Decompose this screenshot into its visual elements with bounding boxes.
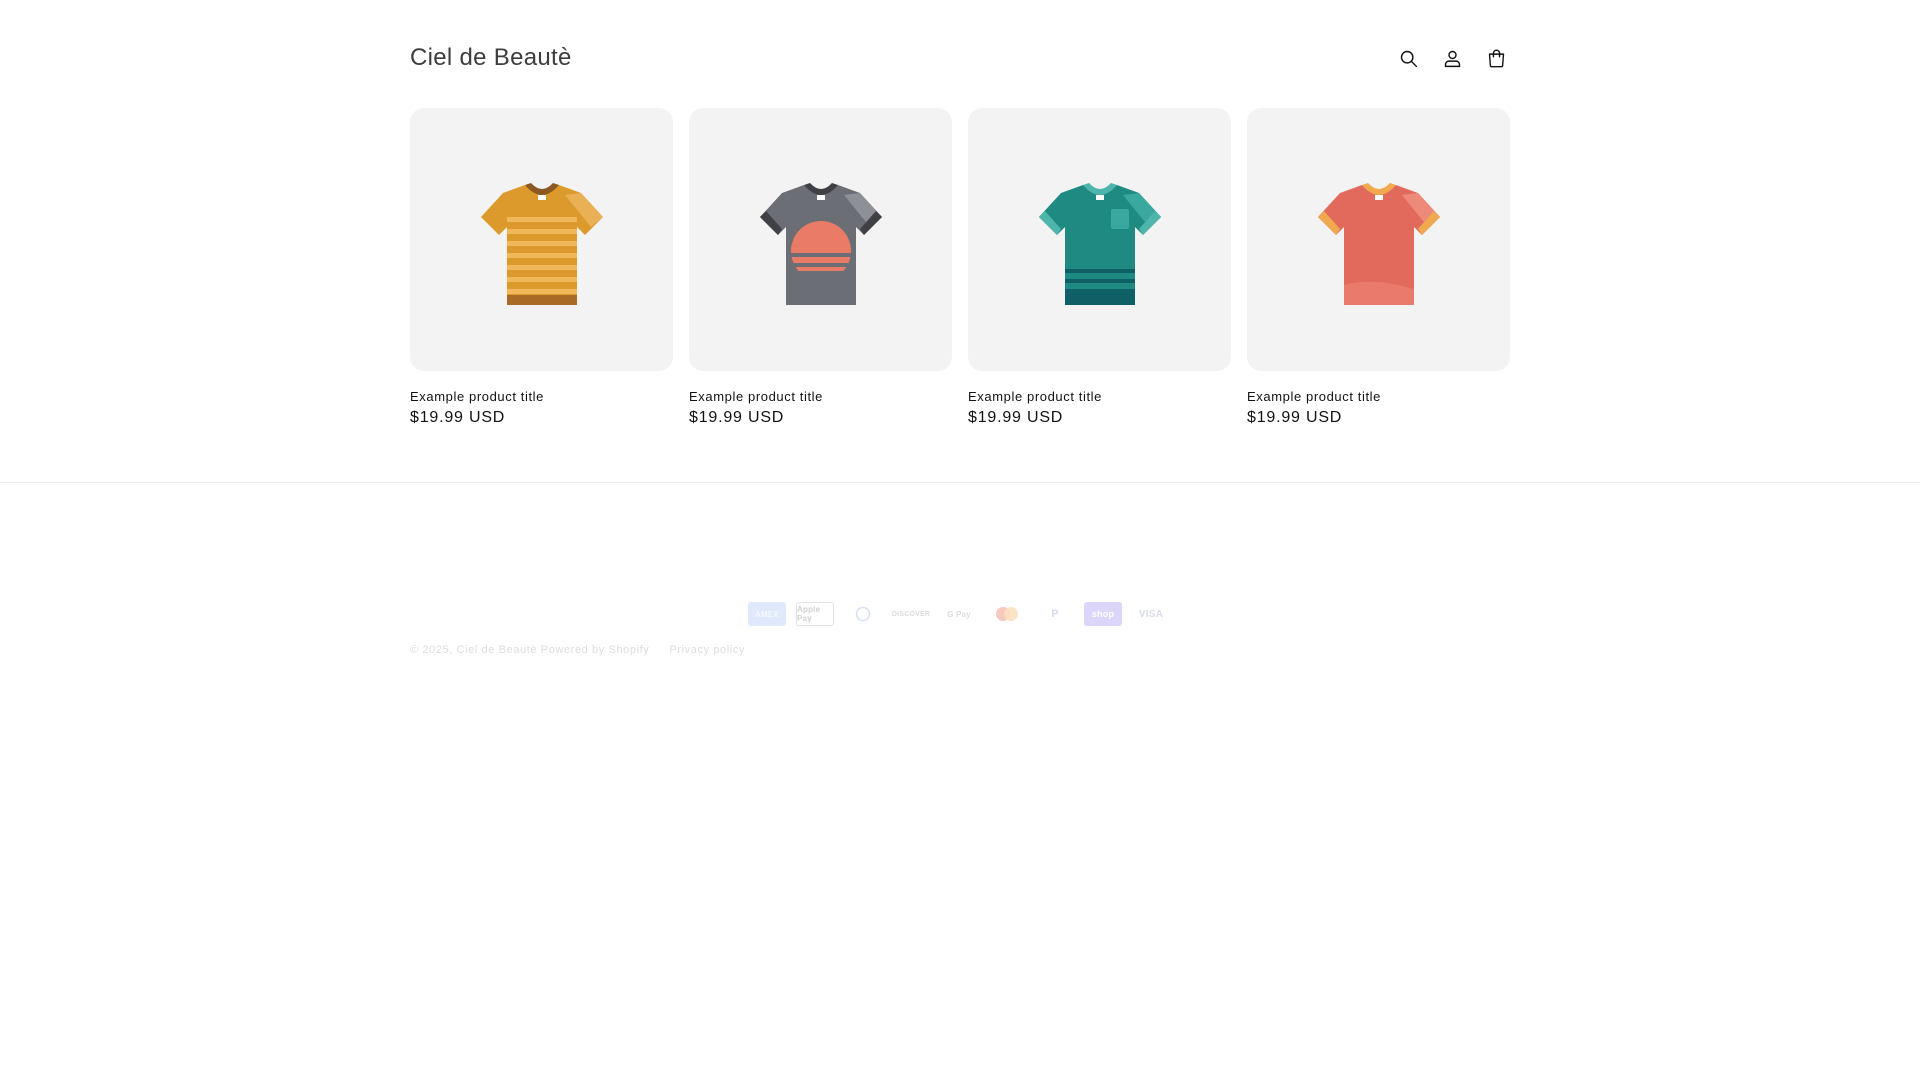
teal-pocket-tshirt-icon xyxy=(1038,182,1161,305)
paypal-icon: P xyxy=(1036,602,1074,626)
search-icon xyxy=(1400,50,1417,67)
product-image[interactable] xyxy=(1247,108,1510,371)
gray-sunset-tshirt-icon xyxy=(759,182,882,305)
product-title[interactable]: Example product title xyxy=(689,389,952,404)
product-price: $19.99 USD xyxy=(968,409,1064,426)
powered-by-shopify-link[interactable]: Powered by Shopify xyxy=(541,644,650,656)
product-title[interactable]: Example product title xyxy=(968,389,1231,404)
header-icons xyxy=(1392,42,1512,74)
product-price: $19.99 USD xyxy=(410,409,506,426)
store-logo[interactable]: Ciel de Beautè xyxy=(410,44,572,72)
visa-icon: VISA xyxy=(1132,602,1170,626)
search-button[interactable] xyxy=(1392,42,1424,74)
product-card[interactable]: Example product title $19.99 USD xyxy=(689,108,952,427)
privacy-policy-link[interactable]: Privacy policy xyxy=(669,644,745,656)
product-card[interactable]: Example product title $19.99 USD xyxy=(1247,108,1510,427)
product-price: $19.99 USD xyxy=(689,409,785,426)
shop-pay-icon: shop xyxy=(1084,602,1122,626)
mastercard-icon xyxy=(988,602,1026,626)
product-price: $19.99 USD xyxy=(1247,409,1343,426)
cart-button[interactable] xyxy=(1480,42,1512,74)
copyright-row: © 2025, Ciel de Beautè Powered by Shopif… xyxy=(410,644,649,656)
diners-club-circle-icon xyxy=(855,606,871,622)
copyright-text: © 2025, xyxy=(410,644,453,656)
product-image[interactable] xyxy=(410,108,673,371)
product-card[interactable]: Example product title $19.99 USD xyxy=(968,108,1231,427)
mastercard-circles-icon xyxy=(996,607,1018,621)
product-image[interactable] xyxy=(968,108,1231,371)
coral-ringer-tshirt-icon xyxy=(1317,182,1440,305)
cart-bag-icon xyxy=(1488,49,1504,67)
discover-icon: DISCOVER xyxy=(892,602,930,626)
footer-store-link[interactable]: Ciel de Beautè xyxy=(457,644,538,656)
product-title[interactable]: Example product title xyxy=(1247,389,1510,404)
diners-club-icon xyxy=(844,602,882,626)
user-icon xyxy=(1444,50,1460,67)
product-grid: Example product title $19.99 USD Example… xyxy=(410,108,1510,427)
footer-bottom: © 2025, Ciel de Beautè Powered by Shopif… xyxy=(410,644,745,656)
footer-divider xyxy=(0,482,1920,483)
google-pay-icon: G Pay xyxy=(940,602,978,626)
product-image[interactable] xyxy=(689,108,952,371)
product-card[interactable]: Example product title $19.99 USD xyxy=(410,108,673,427)
product-title[interactable]: Example product title xyxy=(410,389,673,404)
striped-orange-tshirt-icon xyxy=(480,182,603,305)
site-header: Ciel de Beautè xyxy=(410,36,1510,80)
apple-pay-icon: Apple Pay xyxy=(796,602,834,626)
american-express-icon: AMEX xyxy=(748,602,786,626)
payment-icons: AMEX Apple Pay DISCOVER G Pay P shop VIS… xyxy=(748,602,1170,626)
account-button[interactable] xyxy=(1436,42,1468,74)
